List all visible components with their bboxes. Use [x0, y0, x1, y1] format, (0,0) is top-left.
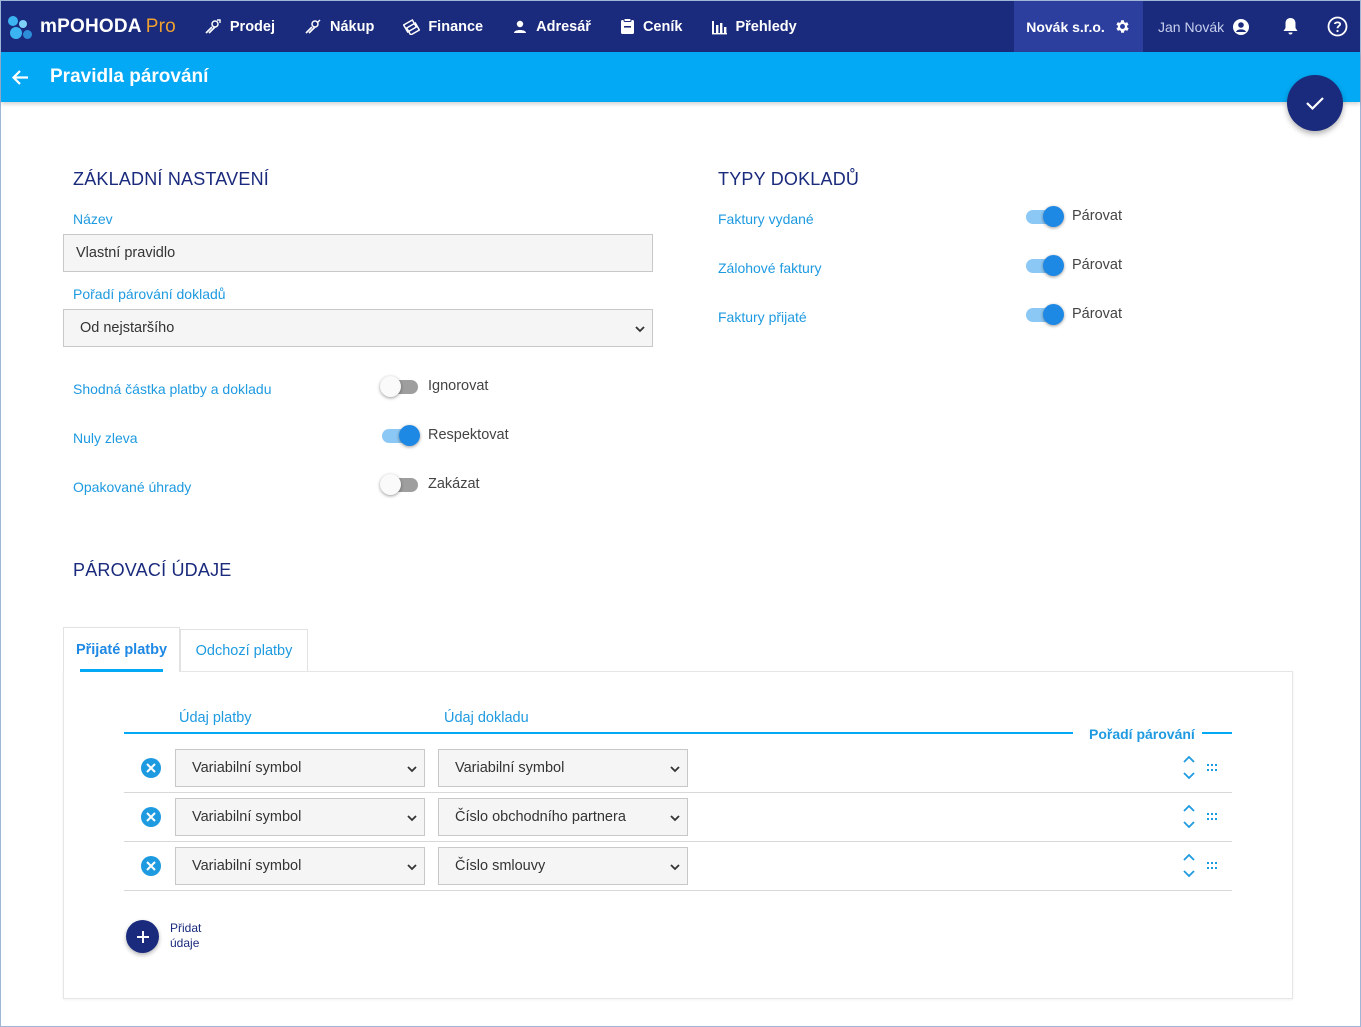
chevron-down-icon [670, 864, 680, 871]
bell-icon[interactable] [1282, 17, 1299, 36]
top-navbar: mPOHODA Pro Prodej Nákup Finance Adresář … [1, 1, 1360, 52]
toggle-doc-received[interactable] [1026, 304, 1064, 325]
remove-row-button[interactable] [140, 757, 162, 779]
drag-handle-icon[interactable] [1207, 764, 1217, 772]
chevron-down-icon [407, 766, 417, 773]
name-label: Název [73, 211, 113, 227]
toggle-label-zeros: Nuly zleva [73, 430, 138, 446]
payment-field-select[interactable]: Variabilní symbol [175, 749, 425, 787]
bar-chart-icon [712, 20, 728, 34]
add-field-label[interactable]: Přidat údaje [170, 921, 220, 951]
doc-types-title: TYPY DOKLADŮ [718, 169, 860, 189]
row-divider [124, 841, 1232, 842]
help-icon[interactable] [1327, 16, 1348, 37]
chevron-down-icon [670, 815, 680, 822]
doc-type-label-advance: Zálohové faktury [718, 260, 822, 276]
row-divider [124, 890, 1232, 891]
matching-title: PÁROVACÍ ÚDAJE [73, 560, 232, 580]
account-circle-icon [1233, 18, 1250, 35]
nav-nakup[interactable]: Nákup [304, 18, 374, 36]
doc-type-label-received: Faktury přijaté [718, 309, 807, 325]
hand-coins-icon [305, 19, 321, 34]
drag-handle-icon[interactable] [1207, 862, 1217, 870]
toggle-doc-advance[interactable] [1026, 255, 1064, 276]
gear-icon [1116, 20, 1129, 33]
chevron-down-icon [670, 766, 680, 773]
back-button[interactable] [11, 68, 30, 87]
tab-received-payments[interactable]: Přijaté platby [63, 627, 180, 672]
remove-row-button[interactable] [140, 855, 162, 877]
toggle-label-repeat: Opakované úhrady [73, 479, 192, 495]
page-title: Pravidla párování [50, 66, 209, 87]
name-input[interactable] [63, 234, 653, 272]
payment-field-select[interactable]: Variabilní symbol [175, 798, 425, 836]
nav-finance[interactable]: Finance [403, 18, 483, 35]
reorder-arrows-icon[interactable] [1182, 755, 1196, 781]
drag-handle-icon[interactable] [1207, 813, 1217, 821]
save-button[interactable] [1287, 75, 1343, 131]
payment-field-select[interactable]: Variabilní symbol [175, 847, 425, 885]
chevron-down-icon [635, 326, 645, 333]
plus-icon [136, 930, 149, 943]
arrow-left-icon [11, 69, 28, 85]
company-switcher[interactable]: Novák s.r.o. [1014, 1, 1143, 52]
document-field-select[interactable]: Variabilní symbol [438, 749, 688, 787]
doc-type-state-issued: Párovat [1072, 208, 1122, 224]
toggle-label-amount: Shodná částka platby a dokladu [73, 381, 272, 397]
page-header: Pravidla párování [1, 52, 1360, 102]
chevron-down-icon [407, 864, 417, 871]
order-label: Pořadí párování dokladů [73, 286, 226, 302]
chevron-down-icon [407, 815, 417, 822]
col-document-field: Údaj dokladu [444, 710, 529, 726]
order-select-value: Od nejstaršího [80, 320, 175, 336]
document-field-select[interactable]: Číslo smlouvy [438, 847, 688, 885]
toggle-state-amount: Ignorovat [428, 378, 489, 394]
main-nav: Prodej Nákup Finance Adresář Ceník Přehl… [204, 1, 826, 52]
col-order: Pořadí párování [1089, 726, 1195, 742]
document-field-select[interactable]: Číslo obchodního partnera [438, 798, 688, 836]
toggle-repeat[interactable] [380, 474, 418, 495]
toggle-state-repeat: Zakázat [428, 476, 480, 492]
app-name: mPOHODA Pro [40, 15, 176, 37]
add-field-button[interactable] [126, 920, 159, 953]
row-divider [124, 792, 1232, 793]
header-line [124, 732, 1073, 734]
nav-cenik[interactable]: Ceník [620, 18, 682, 35]
order-select[interactable]: Od nejstaršího [63, 309, 653, 347]
header-line-right [1202, 732, 1232, 734]
app-logo[interactable]: mPOHODA Pro [7, 1, 176, 52]
tab-outgoing-payments[interactable]: Odchozí platby [180, 629, 308, 671]
money-stack-icon [403, 19, 421, 35]
person-icon [514, 20, 527, 33]
toggle-doc-issued[interactable] [1026, 206, 1064, 227]
hand-coins-icon [205, 18, 221, 34]
user-menu[interactable]: Jan Novák [1158, 1, 1250, 52]
nav-prehledy[interactable]: Přehledy [711, 19, 797, 35]
remove-row-button[interactable] [140, 806, 162, 828]
doc-type-label-issued: Faktury vydané [718, 211, 814, 227]
nav-prodej[interactable]: Prodej [204, 18, 275, 36]
clipboard-icon [620, 18, 634, 34]
pohoda-logo-icon [7, 14, 33, 40]
reorder-arrows-icon[interactable] [1182, 853, 1196, 879]
toggle-zeros[interactable] [382, 425, 420, 446]
toggle-amount[interactable] [380, 376, 418, 397]
check-icon [1306, 97, 1324, 111]
toggle-state-zeros: Respektovat [428, 427, 509, 443]
reorder-arrows-icon[interactable] [1182, 804, 1196, 830]
doc-type-state-received: Párovat [1072, 306, 1122, 322]
basic-settings-title: ZÁKLADNÍ NASTAVENÍ [73, 169, 269, 189]
doc-type-state-advance: Párovat [1072, 257, 1122, 273]
nav-adresar[interactable]: Adresář [512, 19, 591, 35]
col-payment-field: Údaj platby [179, 710, 252, 726]
